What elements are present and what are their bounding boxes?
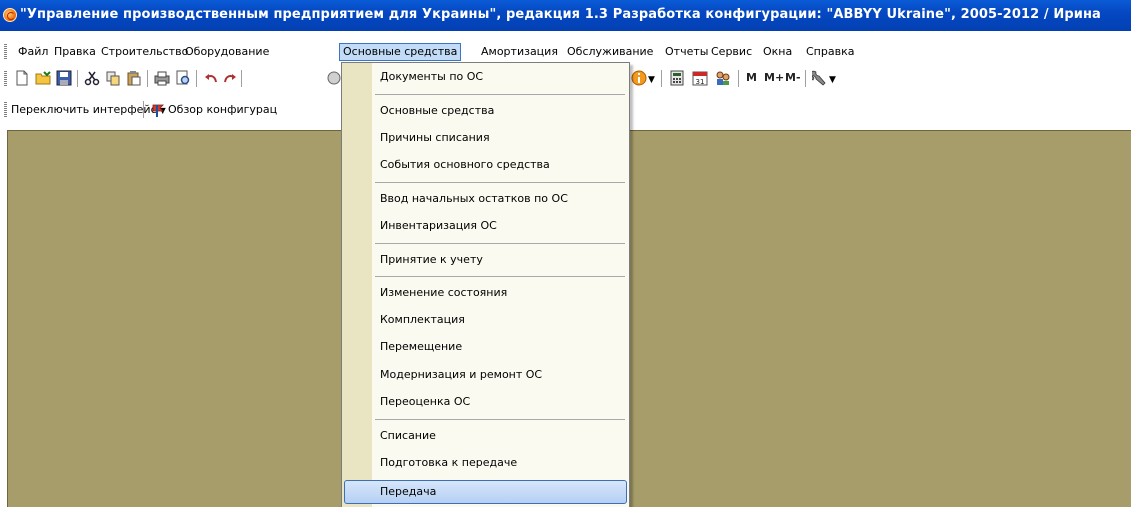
print-preview-icon[interactable]	[175, 70, 191, 86]
app-logo-icon	[3, 8, 17, 22]
print-icon[interactable]	[154, 70, 170, 86]
find-icon[interactable]	[326, 70, 342, 86]
info-dropdown-arrow-icon[interactable]: ▼	[648, 70, 656, 86]
cut-icon[interactable]	[84, 70, 100, 86]
menu-item-transfer[interactable]: Передача	[380, 481, 436, 503]
toolbar-grip-icon[interactable]	[4, 71, 7, 87]
fixed-assets-dropdown-menu: Документы по ОС Основные средства Причин…	[341, 62, 630, 507]
memory-button[interactable]: M	[746, 71, 760, 87]
toolbar-separator	[805, 70, 806, 87]
save-icon[interactable]	[56, 70, 72, 86]
undo-icon[interactable]	[203, 70, 219, 86]
copy-icon[interactable]	[105, 70, 121, 86]
menubar-grip-icon[interactable]	[4, 44, 7, 60]
memory-plus-button[interactable]: M+	[764, 71, 784, 87]
toolbar-separator	[196, 70, 197, 87]
menu-item-asset-events[interactable]: События основного средства	[380, 154, 550, 176]
toolbar-separator	[77, 70, 78, 87]
wrench-dropdown-arrow-icon[interactable]: ▼	[829, 70, 837, 86]
menu-equipment[interactable]: Оборудование	[182, 43, 272, 61]
menu-file[interactable]: Файл	[15, 43, 51, 61]
menu-bar: Файл Правка Строительство Оборудование О…	[0, 41, 1131, 63]
menu-edit[interactable]: Правка	[51, 43, 99, 61]
menu-separator	[375, 182, 625, 183]
svg-text:31: 31	[696, 78, 705, 86]
menu-item-modernization[interactable]: Модернизация и ремонт ОС	[380, 364, 542, 386]
wrench-icon[interactable]	[812, 70, 828, 86]
menu-item-inventory[interactable]: Инвентаризация ОС	[380, 215, 497, 237]
info-icon[interactable]	[631, 70, 647, 86]
calculator-icon[interactable]	[669, 70, 685, 86]
menu-separator	[375, 94, 625, 95]
menu-separator	[375, 419, 625, 420]
users-icon[interactable]	[715, 70, 731, 86]
redo-icon[interactable]	[222, 70, 238, 86]
menu-separator	[375, 276, 625, 277]
memory-minus-button[interactable]: M-	[785, 71, 803, 87]
menu-windows[interactable]: Окна	[760, 43, 795, 61]
calendar-icon[interactable]: 31	[692, 70, 708, 86]
menu-depreciation[interactable]: Амортизация	[478, 43, 561, 61]
menu-item-transfer-location[interactable]: Перемещение	[380, 336, 462, 358]
title-bar[interactable]: "Управление производственным предприятие…	[0, 0, 1131, 31]
menu-item-prepare-transfer[interactable]: Подготовка к передаче	[380, 452, 517, 474]
menu-item-fixed-assets[interactable]: Основные средства	[380, 100, 494, 122]
menu-icon-strip	[342, 63, 372, 507]
menu-reports[interactable]: Отчеты	[662, 43, 711, 61]
menu-help[interactable]: Справка	[803, 43, 857, 61]
menu-item-write-off[interactable]: Списание	[380, 425, 436, 447]
toolbar-separator	[738, 70, 739, 87]
window-title: "Управление производственным предприятие…	[20, 7, 1101, 22]
menu-item-opening-balances[interactable]: Ввод начальных остатков по ОС	[380, 188, 568, 210]
menu-item-revaluation[interactable]: Переоценка ОС	[380, 391, 470, 413]
config-overview-button[interactable]: Обзор конфигурац	[168, 103, 277, 116]
menu-item-state-change[interactable]: Изменение состояния	[380, 282, 507, 304]
open-folder-icon[interactable]	[35, 70, 51, 86]
menu-construction[interactable]: Строительство	[98, 43, 191, 61]
toolbar-separator	[147, 70, 148, 87]
menu-separator	[375, 243, 625, 244]
config-overview-icon	[152, 104, 164, 117]
paste-icon[interactable]	[126, 70, 142, 86]
toolbar-separator	[661, 70, 662, 87]
menu-item-documents[interactable]: Документы по ОС	[380, 66, 483, 88]
toolbar-separator	[143, 101, 144, 118]
menu-item-write-off-reasons[interactable]: Причины списания	[380, 127, 490, 149]
menu-fixed-assets[interactable]: Основные средства	[339, 43, 462, 61]
menu-item-assembly[interactable]: Комплектация	[380, 309, 465, 331]
menu-tools[interactable]: Сервис	[708, 43, 755, 61]
menu-item-acceptance[interactable]: Принятие к учету	[380, 249, 483, 271]
toolbar-grip-icon[interactable]	[4, 102, 7, 118]
toolbar-separator	[241, 70, 242, 87]
new-document-icon[interactable]	[14, 70, 30, 86]
menu-service-maintenance[interactable]: Обслуживание	[564, 43, 656, 61]
